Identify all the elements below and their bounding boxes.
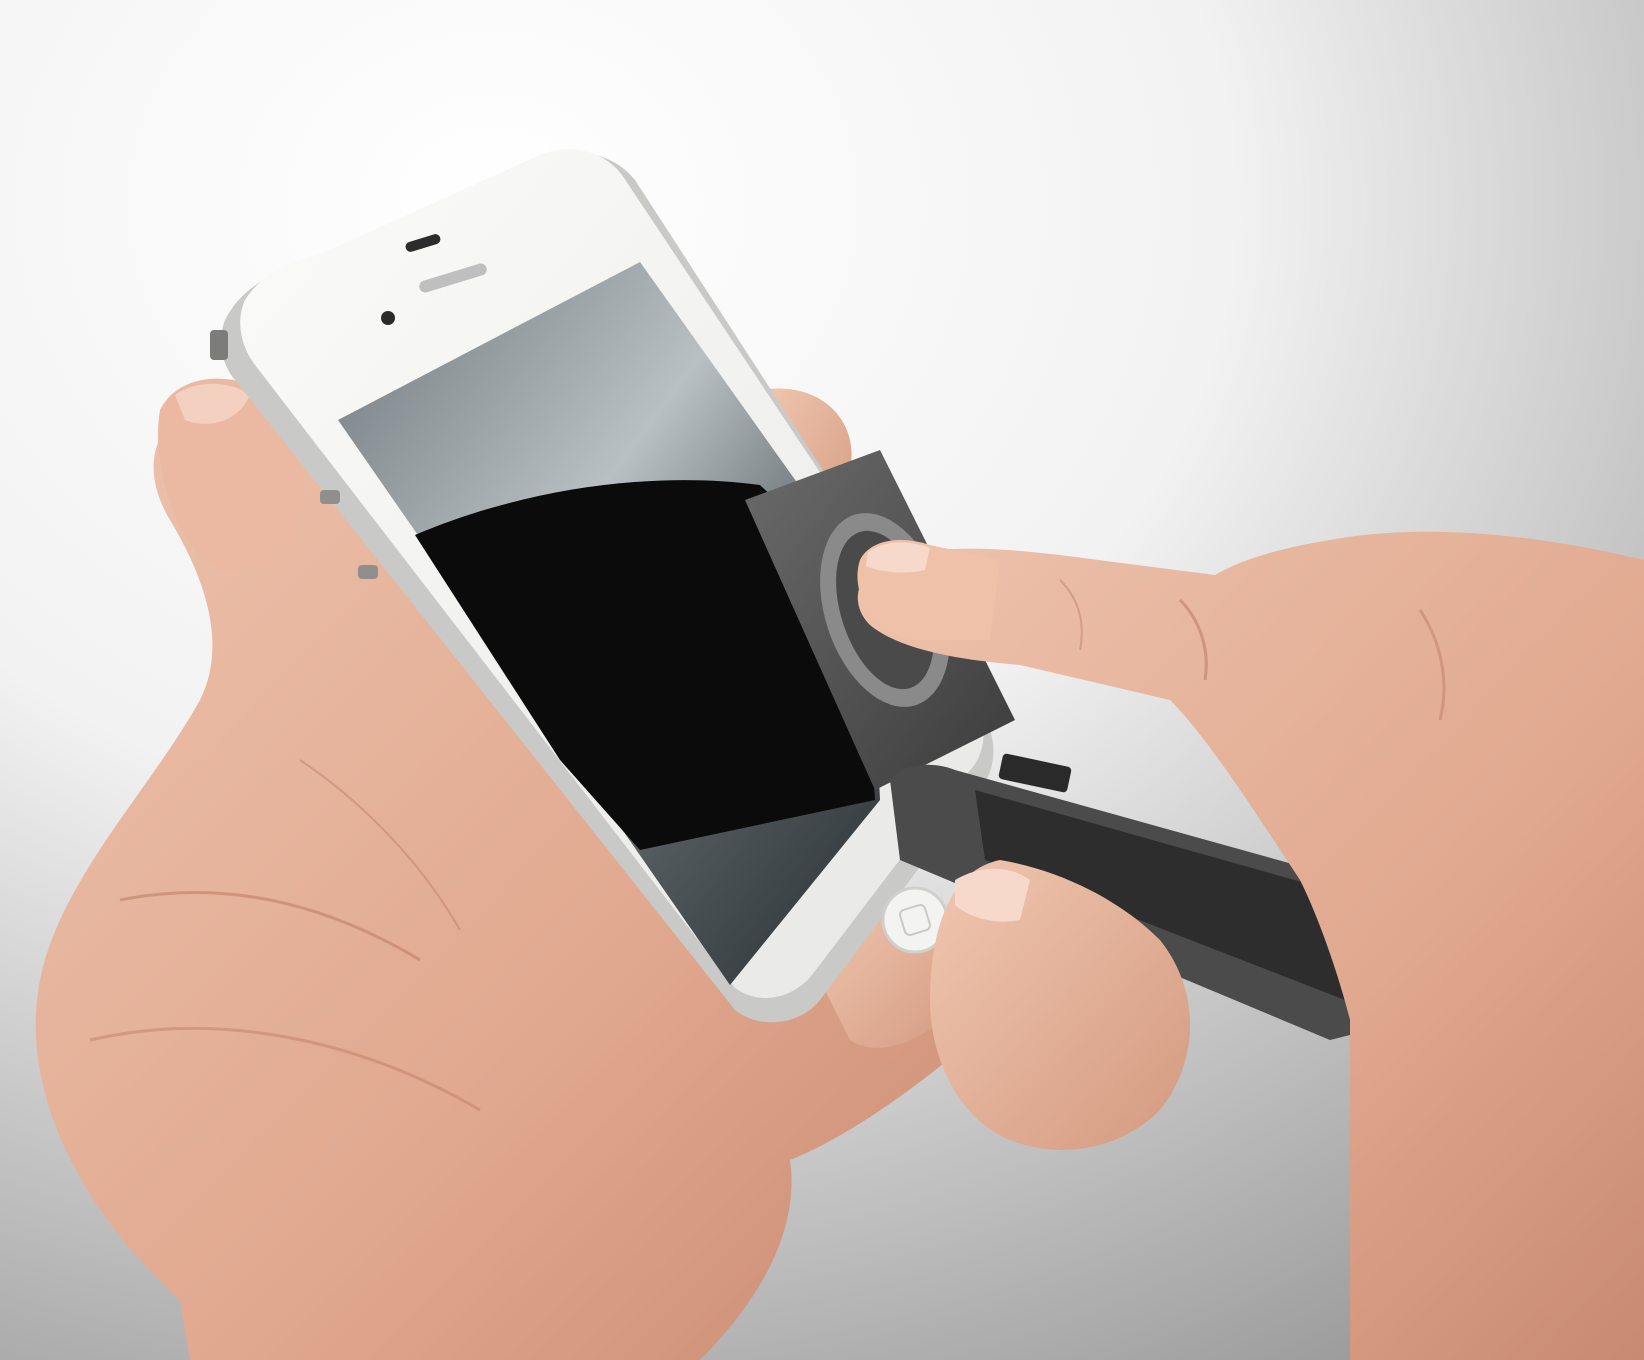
photo-illustration bbox=[0, 0, 1644, 1360]
front-camera bbox=[381, 311, 395, 325]
photo-scene bbox=[0, 0, 1644, 1360]
volume-button bbox=[320, 490, 340, 504]
